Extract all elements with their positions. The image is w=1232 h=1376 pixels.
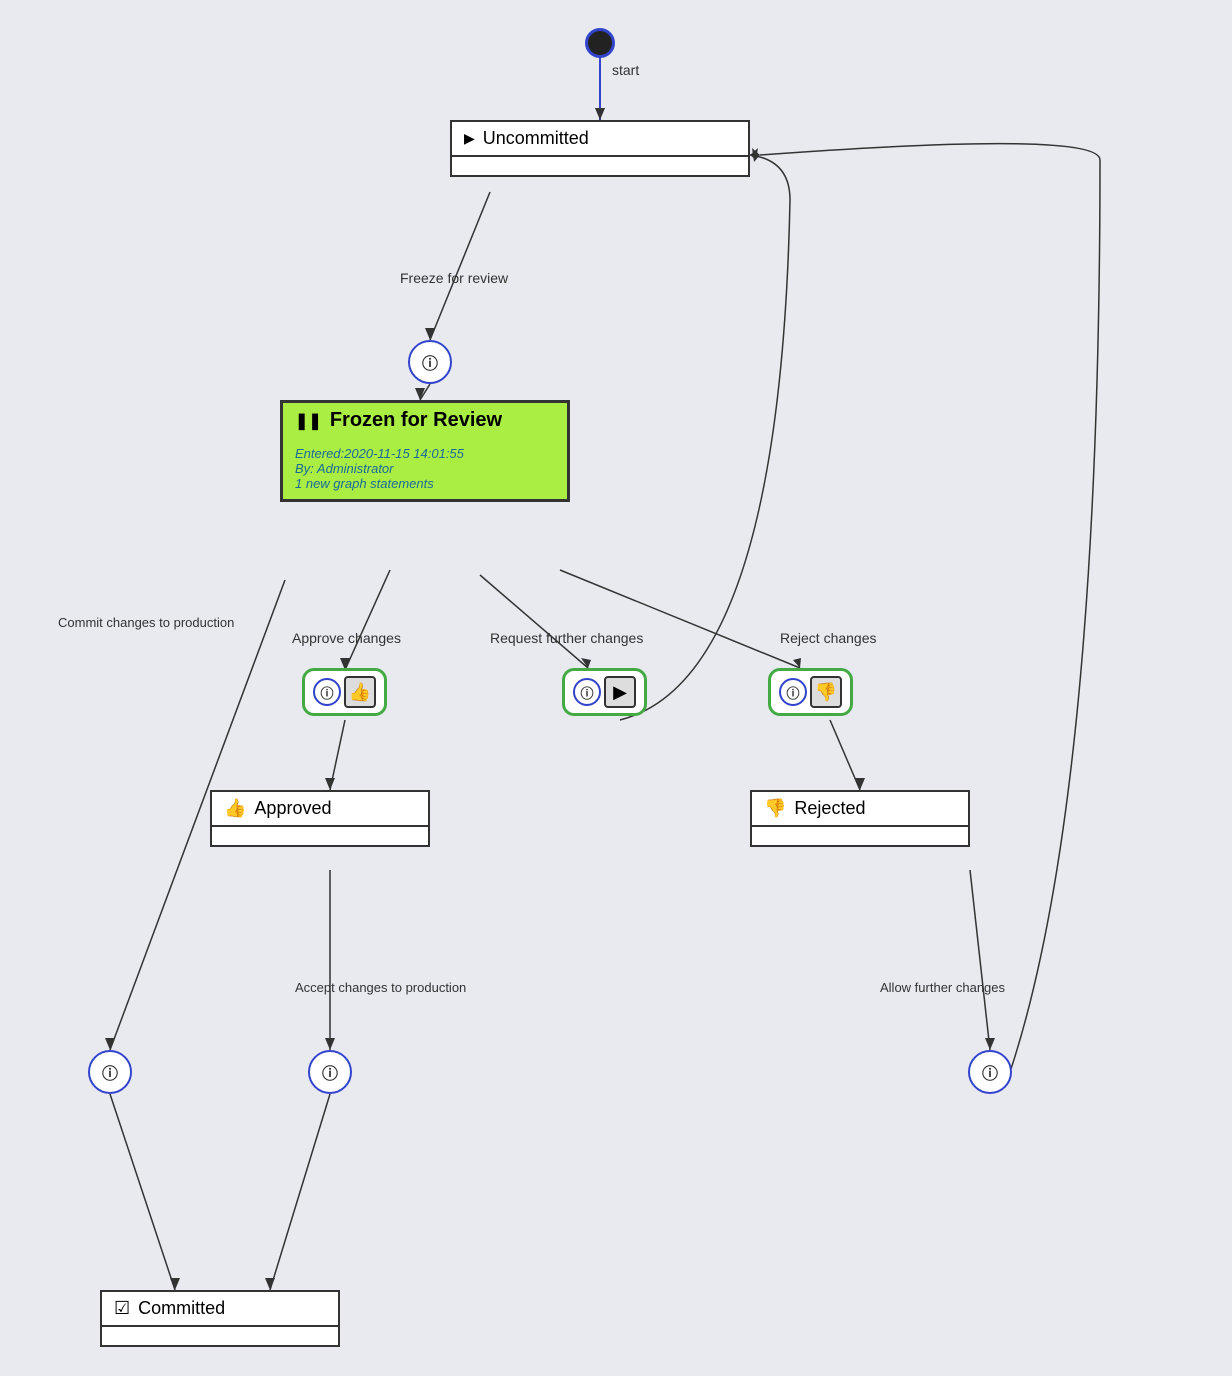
- approve-icon: 👍: [344, 676, 376, 708]
- info-icon-allow: ⓘ: [982, 1060, 998, 1084]
- play-icon: ▶: [464, 130, 475, 147]
- approved-footer: [212, 825, 428, 845]
- committed-label: Committed: [138, 1298, 225, 1319]
- commit-label: Commit changes to production: [58, 615, 234, 630]
- uncommitted-header: ▶ Uncommitted: [452, 122, 748, 155]
- committed-header: ☑ Committed: [102, 1292, 338, 1325]
- allow-further-info-circle[interactable]: ⓘ: [968, 1050, 1012, 1094]
- info-icon-accept: ⓘ: [322, 1060, 338, 1084]
- allow-further-label: Allow further changes: [880, 980, 1005, 995]
- request-further-transition[interactable]: ⓘ ▶: [562, 668, 647, 716]
- committed-state[interactable]: ☑ Committed: [100, 1290, 340, 1347]
- reject-icon: 👎: [810, 676, 842, 708]
- approved-header: 👍 Approved: [212, 792, 428, 825]
- uncommitted-box[interactable]: ▶ Uncommitted: [450, 120, 750, 177]
- freeze-info-circle[interactable]: ⓘ: [408, 340, 452, 384]
- committed-footer: [102, 1325, 338, 1345]
- approve-label: Approve changes: [292, 630, 401, 646]
- freeze-label: Freeze for review: [400, 270, 508, 286]
- frozen-header: ❚❚ Frozen for Review: [283, 403, 567, 438]
- accept-info-circle[interactable]: ⓘ: [308, 1050, 352, 1094]
- rejected-state[interactable]: 👎 Rejected: [750, 790, 970, 847]
- frozen-by: By: Administrator: [295, 461, 555, 476]
- frozen-entered: Entered:2020-11-15 14:01:55: [295, 446, 555, 461]
- check-icon: ☑: [114, 1298, 130, 1319]
- committed-box[interactable]: ☑ Committed: [100, 1290, 340, 1347]
- reject-label: Reject changes: [780, 630, 877, 646]
- thumbup-icon: 👍: [224, 798, 246, 819]
- uncommitted-label: Uncommitted: [483, 128, 589, 149]
- thumbdown-icon: 👎: [764, 798, 786, 819]
- start-label: start: [612, 62, 639, 78]
- approved-box[interactable]: 👍 Approved: [210, 790, 430, 847]
- uncommitted-footer: [452, 155, 748, 175]
- start-node: [585, 28, 615, 58]
- request-info[interactable]: ⓘ: [573, 678, 601, 706]
- diagram-container: start ▶ Uncommitted Freeze for review ⓘ …: [0, 0, 1232, 1376]
- rejected-label: Rejected: [794, 798, 865, 819]
- approved-label: Approved: [254, 798, 331, 819]
- uncommitted-state[interactable]: ▶ Uncommitted: [450, 120, 750, 177]
- accept-label: Accept changes to production: [295, 980, 466, 995]
- info-icon-commit: ⓘ: [102, 1060, 118, 1084]
- frozen-label: Frozen for Review: [330, 409, 502, 432]
- request-further-label: Request further changes: [490, 630, 643, 646]
- approve-info[interactable]: ⓘ: [313, 678, 341, 706]
- frozen-state[interactable]: ❚❚ Frozen for Review Entered:2020-11-15 …: [280, 400, 570, 502]
- reject-info[interactable]: ⓘ: [779, 678, 807, 706]
- approve-transition[interactable]: ⓘ 👍: [302, 668, 387, 716]
- rejected-box[interactable]: 👎 Rejected: [750, 790, 970, 847]
- request-icon: ▶: [604, 676, 636, 708]
- frozen-body: Entered:2020-11-15 14:01:55 By: Administ…: [283, 438, 567, 499]
- pause-icon: ❚❚: [295, 411, 322, 431]
- frozen-statements: 1 new graph statements: [295, 476, 555, 491]
- rejected-footer: [752, 825, 968, 845]
- reject-transition[interactable]: ⓘ 👎: [768, 668, 853, 716]
- commit-info-circle[interactable]: ⓘ: [88, 1050, 132, 1094]
- frozen-box[interactable]: ❚❚ Frozen for Review Entered:2020-11-15 …: [280, 400, 570, 502]
- approved-state[interactable]: 👍 Approved: [210, 790, 430, 847]
- info-icon: ⓘ: [422, 350, 438, 374]
- rejected-header: 👎 Rejected: [752, 792, 968, 825]
